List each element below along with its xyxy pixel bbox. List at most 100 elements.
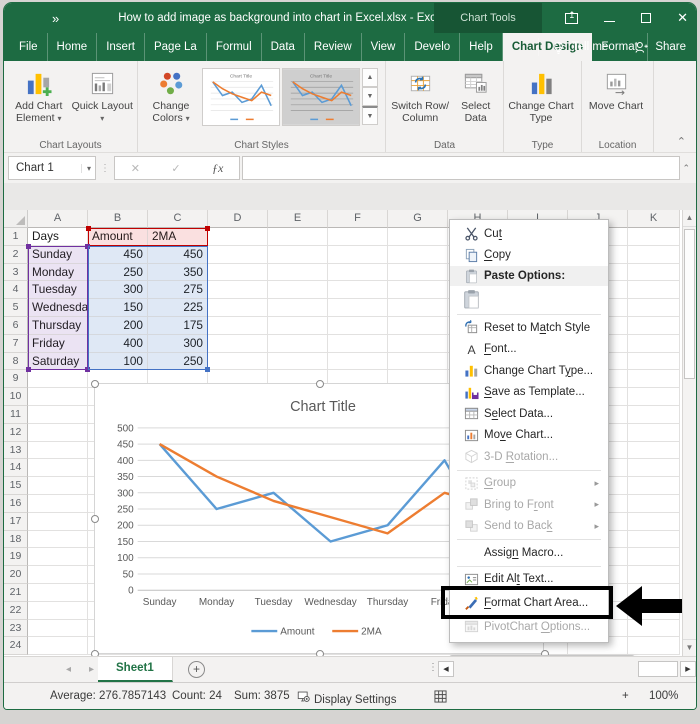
menu-item-copy[interactable]: Copy: [450, 245, 608, 267]
tab-insert[interactable]: Insert: [97, 33, 145, 61]
switch-row-column-button[interactable]: Switch Row/ Column: [390, 66, 450, 124]
cell-B4[interactable]: 300: [88, 281, 148, 300]
cell-K2[interactable]: [628, 245, 680, 264]
cell-K17[interactable]: [628, 512, 680, 531]
row-header-18[interactable]: 18: [4, 530, 28, 549]
vertical-scroll-thumb[interactable]: [684, 229, 695, 379]
row-header-13[interactable]: 13: [4, 441, 28, 460]
cell-F6[interactable]: [328, 316, 388, 335]
cell-A7[interactable]: Friday: [28, 334, 88, 353]
row-header-3[interactable]: 3: [4, 263, 28, 282]
tab-file[interactable]: File: [10, 33, 48, 61]
tab-formul[interactable]: Formul: [207, 33, 262, 61]
menu-item-assign-macro[interactable]: Assign Macro...: [450, 542, 608, 564]
cell-D2[interactable]: [208, 245, 268, 264]
cell-K11[interactable]: [628, 405, 680, 424]
cell-K9[interactable]: [628, 370, 680, 389]
cell-G1[interactable]: [388, 228, 448, 246]
tab-view[interactable]: View: [362, 33, 406, 61]
row-header-7[interactable]: 7: [4, 334, 28, 353]
ribbon-display-options-icon[interactable]: [565, 10, 579, 24]
column-header-g[interactable]: G: [388, 210, 448, 228]
formula-bar-expand-icon[interactable]: ⌃: [682, 163, 690, 174]
cell-K12[interactable]: [628, 423, 680, 442]
cell-B7[interactable]: 400: [88, 334, 148, 353]
row-header-19[interactable]: 19: [4, 548, 28, 567]
menu-item-paste-icon[interactable]: [450, 286, 608, 312]
row-header-5[interactable]: 5: [4, 299, 28, 317]
menu-item-font[interactable]: A Font...: [450, 339, 608, 361]
add-chart-element-button[interactable]: Add Chart Element ▾: [8, 66, 70, 124]
cell-A1[interactable]: Days: [28, 228, 88, 246]
normal-view-icon[interactable]: [434, 690, 447, 706]
row-header-24[interactable]: 24: [4, 637, 28, 656]
cell-A9[interactable]: [28, 370, 88, 389]
cell-K16[interactable]: [628, 494, 680, 513]
cell-G6[interactable]: [388, 316, 448, 335]
row-header-9[interactable]: 9: [4, 370, 28, 389]
tab-review[interactable]: Review: [305, 33, 362, 61]
close-button[interactable]: ✕: [677, 3, 688, 33]
cell-C3[interactable]: 350: [148, 263, 208, 282]
cell-A8[interactable]: Saturday: [28, 352, 88, 371]
column-header-e[interactable]: E: [268, 210, 328, 228]
cell-K8[interactable]: [628, 352, 680, 371]
cell-E3[interactable]: [268, 263, 328, 282]
column-header-a[interactable]: A: [28, 210, 88, 228]
cancel-icon[interactable]: ✕: [131, 162, 140, 175]
cell-K3[interactable]: [628, 263, 680, 282]
maximize-button[interactable]: [641, 13, 652, 23]
cell-A6[interactable]: Thursday: [28, 316, 88, 335]
row-header-2[interactable]: 2: [4, 245, 28, 264]
column-header-b[interactable]: B: [88, 210, 148, 228]
column-header-k[interactable]: K: [628, 210, 680, 228]
cell-A3[interactable]: Monday: [28, 263, 88, 282]
cell-E8[interactable]: [268, 352, 328, 371]
row-header-20[interactable]: 20: [4, 566, 28, 584]
cell-C6[interactable]: 175: [148, 316, 208, 335]
gallery-more-button[interactable]: ▼: [362, 106, 378, 125]
cell-K1[interactable]: [628, 228, 680, 246]
cell-D8[interactable]: [208, 352, 268, 371]
cell-K13[interactable]: [628, 441, 680, 460]
row-header-15[interactable]: 15: [4, 477, 28, 495]
select-all-corner[interactable]: [4, 210, 28, 228]
sheet-nav-right-icon[interactable]: ▸: [89, 664, 94, 675]
menu-item-select-data[interactable]: Select Data...: [450, 403, 608, 425]
cell-A5[interactable]: Wednesday: [28, 299, 88, 317]
cell-K20[interactable]: [628, 566, 680, 584]
name-box[interactable]: Chart 1 ▾: [8, 156, 96, 180]
select-data-button[interactable]: Select Data: [452, 66, 499, 124]
scroll-up-icon[interactable]: ▲: [683, 210, 696, 227]
chart-selection-handle[interactable]: [316, 380, 324, 388]
new-sheet-icon[interactable]: +: [188, 661, 205, 678]
menu-item-paste-options[interactable]: Paste Options:: [450, 266, 608, 286]
minimize-button[interactable]: [604, 20, 616, 22]
row-header-10[interactable]: 10: [4, 388, 28, 406]
cell-C7[interactable]: 300: [148, 334, 208, 353]
gallery-up-button[interactable]: ▲: [362, 68, 378, 87]
sheet-nav-left-icon[interactable]: ◂: [66, 664, 71, 675]
cell-B8[interactable]: 100: [88, 352, 148, 371]
cell-G2[interactable]: [388, 245, 448, 264]
collapse-ribbon-icon[interactable]: ⌃: [677, 135, 686, 148]
cell-C4[interactable]: 275: [148, 281, 208, 300]
quick-layout-button[interactable]: Quick Layout ▾: [72, 66, 134, 124]
menu-item-cut[interactable]: Cut: [450, 223, 608, 245]
change-colors-button[interactable]: Change Colors ▾: [142, 66, 200, 124]
cell-G8[interactable]: [388, 352, 448, 371]
cell-K6[interactable]: [628, 316, 680, 335]
cell-D3[interactable]: [208, 263, 268, 282]
chart-selection-handle[interactable]: [91, 380, 99, 388]
cell-F7[interactable]: [328, 334, 388, 353]
sheet-tab-sheet1[interactable]: Sheet1: [98, 657, 173, 682]
cell-D6[interactable]: [208, 316, 268, 335]
cell-F8[interactable]: [328, 352, 388, 371]
cell-K19[interactable]: [628, 548, 680, 567]
row-header-22[interactable]: 22: [4, 601, 28, 620]
cell-A11[interactable]: [28, 405, 88, 424]
vertical-scrollbar[interactable]: ▲ ▼: [682, 210, 696, 656]
chart-style-thumbnail-2[interactable]: Chart Title: [282, 68, 360, 126]
zoom-in-button[interactable]: +: [622, 690, 629, 702]
name-box-caret-icon[interactable]: ▾: [80, 163, 91, 173]
